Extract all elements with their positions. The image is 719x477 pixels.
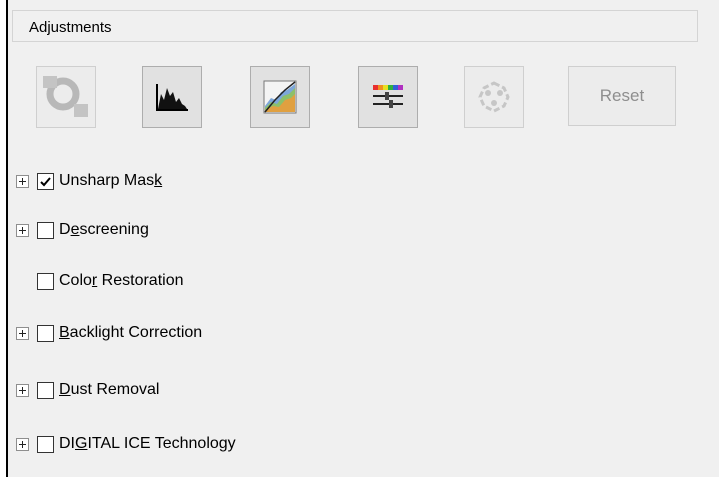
expander-spacer bbox=[16, 275, 29, 288]
option-label[interactable]: Color Restoration bbox=[59, 272, 184, 290]
checkmark-icon bbox=[40, 176, 51, 186]
reset-button[interactable]: Reset bbox=[568, 66, 676, 126]
expand-icon[interactable] bbox=[16, 326, 29, 340]
option-row: Dust Removal bbox=[16, 377, 159, 403]
tone-curve-icon bbox=[263, 80, 297, 114]
option-checkbox[interactable] bbox=[37, 221, 54, 239]
option-row: Color Restoration bbox=[16, 268, 184, 294]
color-palette-icon bbox=[373, 85, 403, 108]
histogram-adjustment-button[interactable] bbox=[142, 66, 202, 128]
color-palette-button[interactable] bbox=[464, 66, 524, 128]
tone-correction-button[interactable] bbox=[250, 66, 310, 128]
option-checkbox[interactable] bbox=[37, 172, 54, 190]
option-checkbox[interactable] bbox=[37, 381, 54, 399]
option-row: Unsharp Mask bbox=[16, 168, 162, 194]
option-label[interactable]: Dust Removal bbox=[59, 381, 159, 399]
option-label[interactable]: Unsharp Mask bbox=[59, 172, 162, 190]
option-row: Backlight Correction bbox=[16, 320, 202, 346]
option-label[interactable]: Descreening bbox=[59, 221, 149, 239]
expand-icon[interactable] bbox=[16, 383, 29, 397]
adjustments-header: Adjustments bbox=[12, 10, 698, 42]
histogram-icon bbox=[156, 84, 188, 111]
auto-exposure-button[interactable] bbox=[36, 66, 96, 128]
option-checkbox[interactable] bbox=[37, 435, 54, 453]
option-checkbox[interactable] bbox=[37, 272, 54, 290]
auto-exposure-icon bbox=[43, 76, 88, 117]
option-checkbox[interactable] bbox=[37, 324, 54, 342]
expand-icon[interactable] bbox=[16, 223, 29, 237]
option-row: DIGITAL ICE Technology bbox=[16, 431, 236, 457]
expand-icon[interactable] bbox=[16, 174, 29, 188]
option-label[interactable]: DIGITAL ICE Technology bbox=[59, 435, 236, 453]
image-adjustment-icon bbox=[478, 81, 510, 113]
expand-icon[interactable] bbox=[16, 437, 29, 451]
adjustments-title: Adjustments bbox=[29, 19, 112, 36]
option-row: Descreening bbox=[16, 217, 149, 243]
image-adjustment-button[interactable] bbox=[358, 66, 418, 128]
option-label[interactable]: Backlight Correction bbox=[59, 324, 202, 342]
